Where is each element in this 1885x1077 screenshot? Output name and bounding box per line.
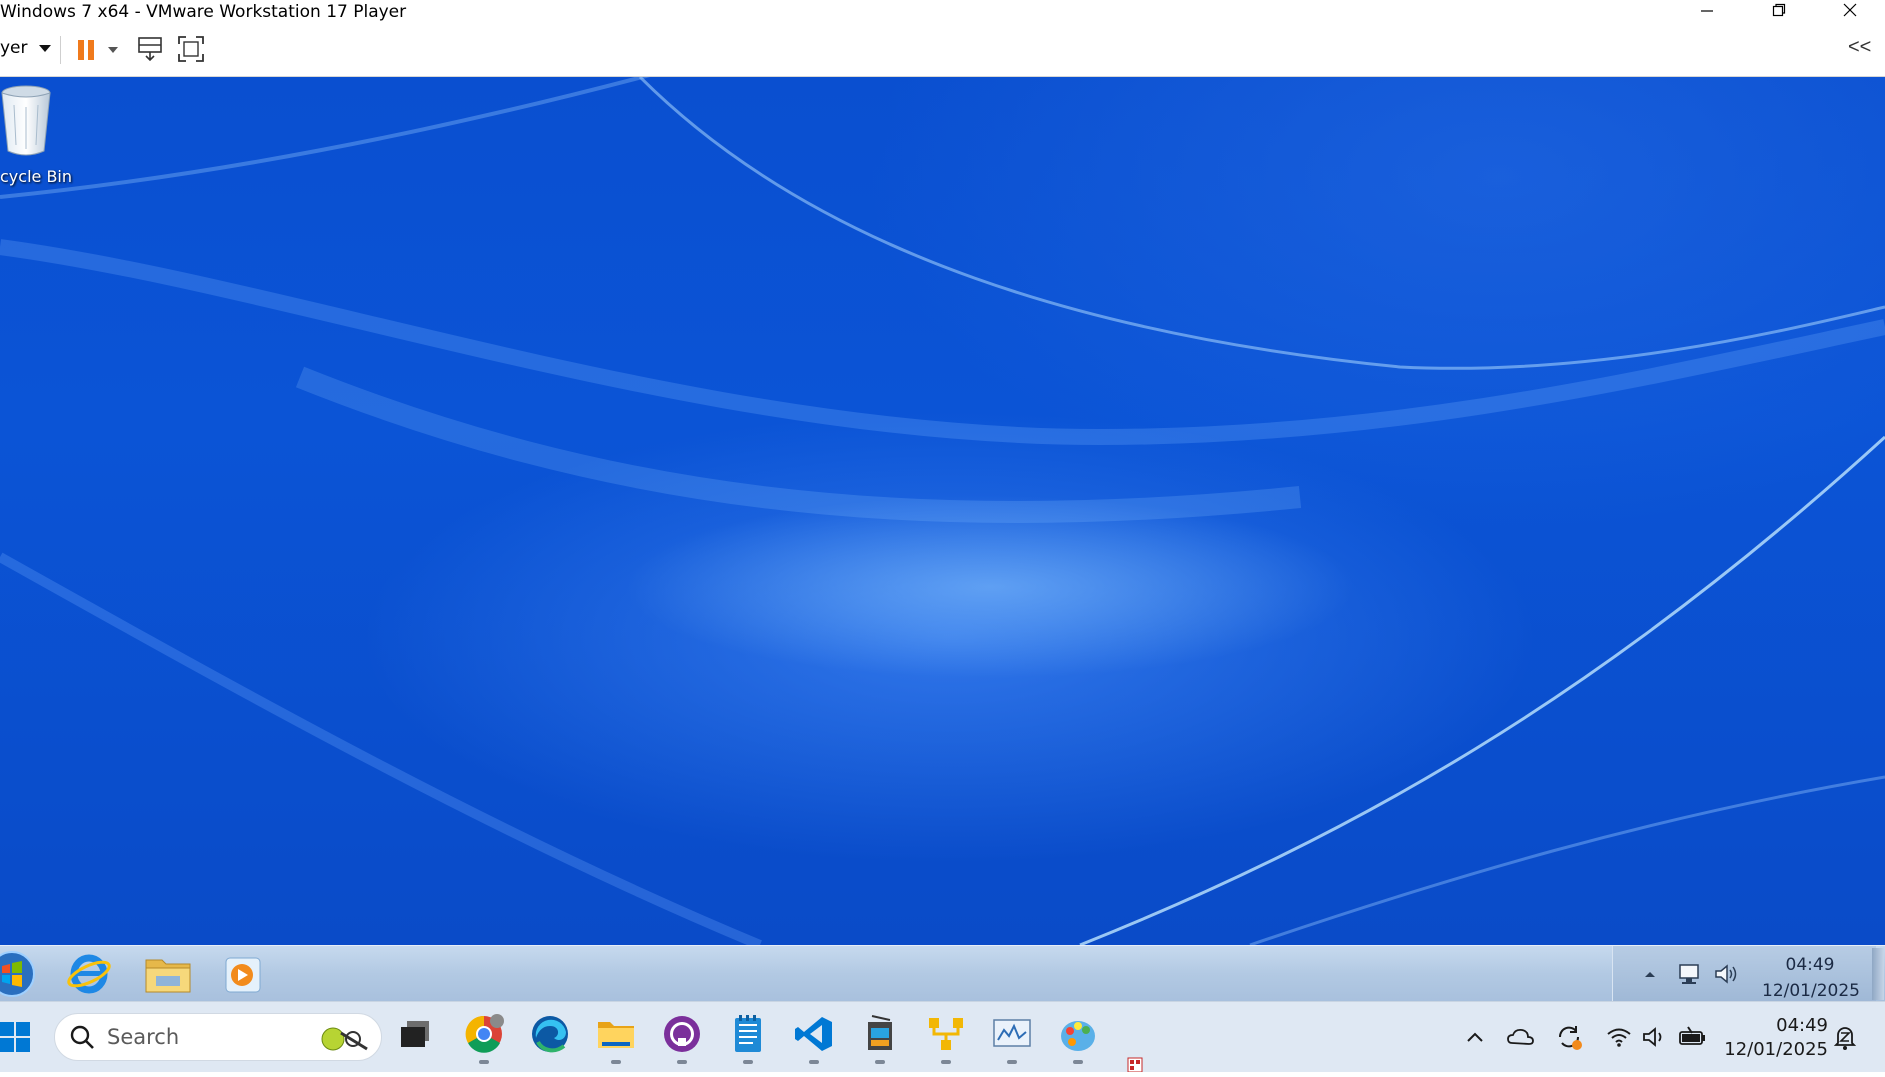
host-taskbar: Search 04:49 12/01/2025 [0,1001,1885,1073]
windows-logo-icon [0,1022,34,1058]
chrome-button[interactable] [462,1013,506,1064]
vmware-title-bar: Windows 7 x64 - VMware Workstation 17 Pl… [0,0,1885,24]
task-view-button[interactable] [394,1014,438,1058]
windows-explorer-button[interactable] [142,952,194,996]
running-indicator [677,1060,687,1064]
notepad-button[interactable] [726,1014,770,1064]
media-player-button[interactable] [222,952,266,996]
running-indicator [611,1060,621,1064]
vscode-icon [794,1014,834,1059]
wifi-icon[interactable] [1604,1022,1634,1052]
recycle-bin-icon [0,85,56,163]
running-indicator [1007,1060,1017,1064]
task-view-icon [399,1019,433,1054]
github-desktop-button[interactable] [660,1014,704,1064]
chrome-icon [464,1013,504,1059]
vscode-button[interactable] [792,1014,836,1064]
edge-button[interactable] [528,1014,572,1058]
network-icon[interactable] [1677,962,1703,991]
pause-icon [74,40,100,68]
chevron-up-icon[interactable] [1460,1022,1490,1052]
yellow-app-icon [926,1014,966,1059]
battery-icon[interactable] [1678,1022,1708,1052]
running-indicator [941,1060,951,1064]
paint-app-icon [1058,1014,1098,1059]
monitor-app-icon [992,1016,1032,1057]
pause-button[interactable] [74,36,100,64]
vmware-toolbar: yer << [0,24,1885,77]
edge-icon [530,1014,570,1059]
close-icon [1843,3,1857,22]
speaker-icon[interactable] [1640,1022,1670,1052]
github-desktop-icon [662,1014,702,1059]
internet-explorer-button[interactable] [66,952,112,996]
running-indicator [875,1060,885,1064]
guest-time: 04:49 [1785,955,1835,975]
notepad-icon [731,1014,765,1059]
yellow-app-button[interactable] [924,1014,968,1064]
fullscreen-button[interactable] [176,34,206,64]
host-time: 04:49 [1776,1015,1828,1036]
guest-clock[interactable]: 04:49 12/01/2025 [1762,952,1860,1004]
power-dropdown-button[interactable] [106,42,120,56]
internet-explorer-icon [66,954,112,1000]
app-icon [862,1014,898,1059]
search-highlight-icon [317,1019,373,1060]
recycle-bin-label: cycle Bin [0,167,72,186]
volume-icon[interactable] [1713,962,1739,991]
notification-icon[interactable] [1830,1022,1860,1052]
app-button[interactable] [858,1014,902,1064]
close-button[interactable] [1815,0,1885,24]
send-ctrl-alt-del-icon [136,37,164,68]
search-box[interactable]: Search [54,1013,382,1061]
toolbar-separator [60,36,61,64]
running-indicator [479,1060,489,1064]
minimize-icon [1700,3,1714,22]
search-placeholder: Search [107,1025,180,1049]
restore-icon [1772,3,1786,22]
wallpaper-swirls [0,77,1885,945]
search-icon [69,1024,95,1055]
windows-explorer-icon [142,959,194,1000]
player-menu-dropdown-icon [38,38,52,58]
running-indicator [809,1060,819,1064]
running-indicator [1073,1060,1083,1064]
show-desktop-button[interactable] [1872,948,1884,1000]
file-explorer-button[interactable] [594,1014,638,1064]
send-ctrl-alt-del-button[interactable] [136,34,164,64]
onedrive-icon[interactable] [1506,1022,1536,1052]
collapse-toolbar-icon: << [1848,36,1872,58]
host-start-button[interactable] [0,1020,34,1054]
player-menu[interactable]: yer [0,38,52,58]
dropdown-arrow-icon [106,42,120,59]
file-explorer-icon [596,1016,636,1057]
running-indicator [743,1060,753,1064]
paint-app-button[interactable] [1056,1014,1100,1064]
guest-desktop[interactable]: cycle Bin [0,77,1885,945]
collapse-toolbar-button[interactable]: << [1848,36,1876,60]
sync-icon[interactable] [1554,1022,1584,1052]
show-hidden-icons-arrow[interactable] [1643,966,1657,984]
window-title: Windows 7 x64 - VMware Workstation 17 Pl… [0,2,407,22]
minimize-button[interactable] [1672,0,1742,24]
player-menu-label: yer [0,38,28,58]
fullscreen-icon [176,36,206,68]
host-date: 12/01/2025 [1724,1039,1828,1060]
start-button[interactable] [0,948,36,1000]
small-app-icon [1126,1057,1162,1076]
recycle-bin-shortcut[interactable]: cycle Bin [0,83,80,186]
restore-button[interactable] [1744,0,1814,24]
host-clock[interactable]: 04:49 12/01/2025 [1716,1014,1828,1062]
media-player-icon [222,957,266,1000]
monitor-app-button[interactable] [990,1014,1034,1064]
small-app-indicator[interactable] [1126,1054,1162,1073]
guest-taskbar: 04:49 12/01/2025 [0,945,1885,1002]
